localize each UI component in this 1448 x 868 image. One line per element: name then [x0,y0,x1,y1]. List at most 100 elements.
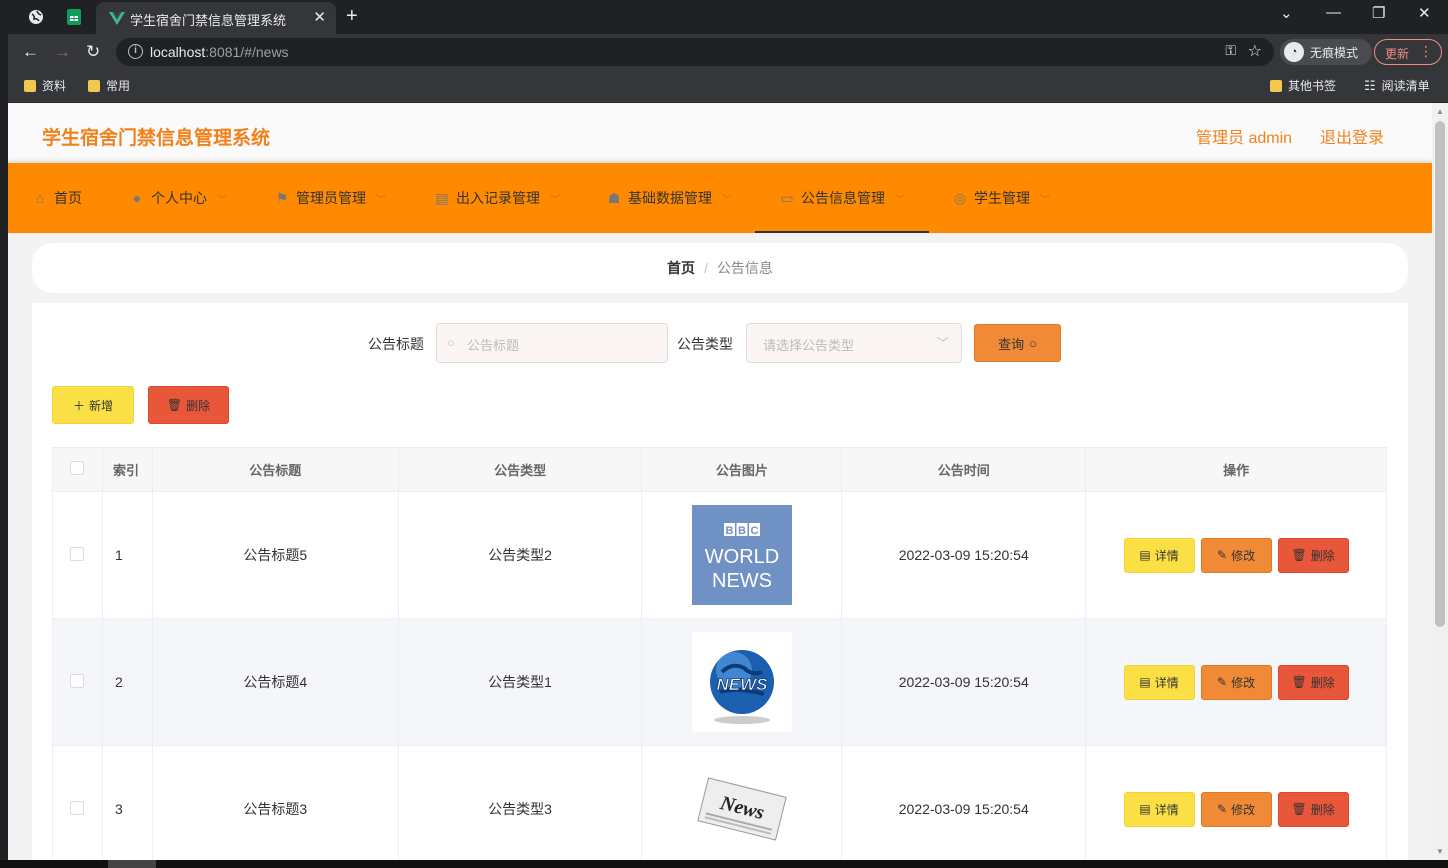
menu-item-records[interactable]: ▤ 出入记录管理 ﹀ [434,163,560,233]
svg-text:WORLD: WORLD [705,546,779,568]
active-tab[interactable]: 学生宿舍门禁信息管理系统 ✕ [96,2,336,34]
plus-icon: ＋ [72,398,85,413]
page: 学生宿舍门禁信息管理系统 管理员 admin 退出登录 ⌂ 首页 ● 个人中心 ﹀ ⚑… [8,103,1432,860]
document-icon: ▤ [1139,802,1151,816]
breadcrumb: 首页 / 公告信息 [32,243,1408,293]
new-tab-icon[interactable]: + [346,5,358,28]
main-menu: ⌂ 首页 ● 个人中心 ﹀ ⚑ 管理员管理 ﹀ ▤ 出入记录管理 ﹀ ☗ 基础数据管理 ﹀ ▭ 公告… [8,163,1432,233]
select-all-checkbox[interactable] [70,461,85,475]
vue-logo-icon [109,12,125,25]
admin-label: 管理员 admin [1196,130,1293,147]
edit-button[interactable]: ✎ 修改 [1200,791,1272,827]
detail-button[interactable]: ▤ 详情 [1123,791,1195,827]
window-close-icon[interactable]: ✕ [1418,4,1431,22]
url-field[interactable]: i localhost:8081/#/news ⚿ ☆ [116,38,1274,66]
restore-icon[interactable]: ❐ [1372,4,1385,22]
trash-icon: 🗑 [1291,802,1307,816]
delete-button[interactable]: 🗑 删除 [1277,664,1349,700]
chevron-down-icon: ﹀ [550,194,560,206]
update-label: 更新 [1385,47,1410,61]
forward-icon[interactable]: → [54,42,71,62]
globe-icon[interactable] [26,7,46,27]
trash-icon: 🗑 [166,398,183,412]
scroll-down-icon[interactable]: ▼ [1436,847,1444,856]
type-filter-label: 公告类型 [677,336,733,352]
menu-item-students[interactable]: ◎ 学生管理 ﹀ [952,163,1050,233]
minimize-icon[interactable]: — [1326,4,1341,21]
back-icon[interactable]: ← [22,42,39,62]
sheets-icon[interactable] [64,7,84,27]
address-bar: ← → ↻ i localhost:8081/#/news ⚿ ☆ ◔ 无痕模式… [8,34,1448,70]
title-search-input[interactable]: ○ 公告标题 [436,323,668,363]
folder-icon [88,79,100,92]
row-actions: ▤ 详情 ✎ 修改 🗑 删除 [1085,618,1387,746]
type-select[interactable]: 请选择公告类型 ﹀ [746,323,962,363]
add-button[interactable]: ＋新增 [52,386,134,424]
os-taskbar [0,860,1448,868]
row-index: 1 [101,491,153,619]
reading-list[interactable]: ☷ 阅读清单 [1364,77,1430,94]
edit-button[interactable]: ✎ 修改 [1200,664,1272,700]
breadcrumb-current: 公告信息 [716,260,773,276]
menu-item-basic-data[interactable]: ☗ 基础数据管理 ﹀ [606,163,732,233]
chevron-down-icon: ﹀ [936,336,949,350]
logout-link[interactable]: 退出登录 [1320,124,1384,148]
taskbar-item[interactable] [108,860,156,868]
menu-item-admins[interactable]: ⚑ 管理员管理 ﹀ [274,163,386,233]
thumb-icon: ☗ [607,189,621,206]
browser-tabbar: 学生宿舍门禁信息管理系统 ✕ + ⌄ — ❐ ✕ [0,0,1448,34]
tab-search-icon[interactable]: ⌄ [1280,4,1293,22]
bookmark-folder[interactable]: 常用 [88,77,130,94]
detail-button[interactable]: ▤ 详情 [1123,664,1195,700]
reading-list-icon: ☷ [1364,77,1376,93]
row-title: 公告标题5 [151,491,399,619]
menu-item-profile[interactable]: ● 个人中心 ﹀ [129,163,227,233]
user-icon: ● [132,190,142,206]
page-scrollbar[interactable]: ▲ ▼ [1432,103,1448,860]
col-actions: 操作 [1085,447,1387,492]
table-row: 3 公告标题3 公告类型3 News 2022-03-09 15:20:54 ▤… [52,745,1387,860]
newspaper-image[interactable]: News [691,759,792,859]
table-header-row: 索引 公告标题 公告类型 公告图片 公告时间 操作 [52,447,1387,492]
more-menu-icon: ⋮ [1419,43,1433,59]
content-card: 公告标题 ○ 公告标题 公告类型 请选择公告类型 ﹀ 查询 ○ ＋新增 🗑 删除 索… [32,303,1408,860]
menu-item-news[interactable]: ▭ 公告信息管理 ﹀ [755,163,929,233]
app-header: 学生宿舍门禁信息管理系统 管理员 admin 退出登录 [8,103,1432,163]
col-title: 公告标题 [151,447,399,492]
search-icon: ○ [447,335,455,350]
close-tab-icon[interactable]: ✕ [313,8,326,26]
search-icon: ○ [1029,335,1037,351]
delete-button[interactable]: 🗑 删除 [1277,791,1349,827]
edit-button[interactable]: ✎ 修改 [1200,537,1272,573]
update-button[interactable]: 更新 ⋮ [1374,39,1442,65]
home-icon: ⌂ [35,190,45,206]
incognito-badge[interactable]: ◔ 无痕模式 [1280,39,1372,65]
document-icon: ▤ [1139,675,1151,689]
bookmark-folder[interactable]: 资料 [24,77,66,94]
bbc-world-news-image[interactable]: B B C WORLD NEWS [691,505,792,605]
bookmark-star-icon[interactable]: ☆ [1248,41,1262,61]
folder-icon [1270,79,1282,92]
bulk-delete-button[interactable]: 🗑 删除 [148,386,229,424]
col-image: 公告图片 [641,447,843,492]
svg-text:C: C [750,525,758,537]
key-icon[interactable]: ⚿ [1225,42,1236,59]
chat-icon: ▭ [780,189,794,206]
col-index: 索引 [101,447,153,492]
query-button[interactable]: 查询 ○ [974,324,1061,362]
row-title: 公告标题3 [151,745,399,860]
delete-button[interactable]: 🗑 删除 [1277,537,1349,573]
news-globe-image[interactable]: NEWS [691,632,792,732]
menu-item-home[interactable]: ⌂ 首页 [32,163,82,233]
row-checkbox[interactable] [70,546,85,561]
scroll-up-icon[interactable]: ▲ [1436,107,1444,116]
scrollbar-thumb[interactable] [1435,121,1445,627]
row-checkbox[interactable] [70,673,85,688]
row-checkbox[interactable] [70,800,85,815]
breadcrumb-home[interactable]: 首页 [667,258,695,278]
detail-button[interactable]: ▤ 详情 [1123,537,1195,573]
other-bookmarks[interactable]: 其他书签 [1270,77,1336,94]
reload-icon[interactable]: ↻ [86,42,100,62]
incognito-label: 无痕模式 [1310,46,1359,60]
site-info-icon[interactable]: i [128,44,143,59]
